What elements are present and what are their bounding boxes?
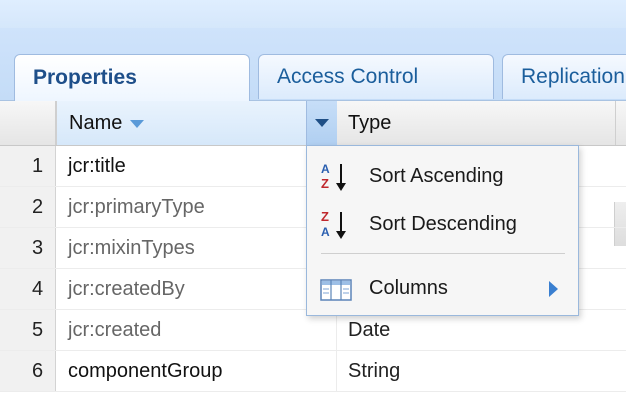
svg-text:Z: Z	[321, 176, 329, 191]
row-number: 1	[0, 146, 56, 186]
table-row[interactable]: 5 jcr:created Date	[0, 310, 626, 351]
cell-name[interactable]: jcr:title	[68, 146, 126, 186]
cell-type[interactable]: Date	[348, 310, 390, 350]
app-frame: Properties Access Control Replication Na…	[0, 0, 626, 420]
svg-text:Z: Z	[321, 209, 329, 224]
column-context-menu: A Z Sort Ascending Z A Sort Descending C…	[306, 145, 579, 316]
top-toolbar	[0, 0, 626, 29]
svg-text:A: A	[321, 162, 330, 176]
menu-item-label: Sort Ascending	[369, 164, 504, 187]
tab-label: Access Control	[277, 65, 419, 88]
column-menu-button[interactable]	[306, 101, 337, 145]
cell-name[interactable]: jcr:created	[68, 310, 161, 350]
tab-label: Replication	[521, 65, 625, 88]
column-header-name[interactable]: Name	[56, 101, 336, 145]
rownumber-header	[0, 101, 56, 145]
menu-item-label: Sort Descending	[369, 212, 517, 235]
cell-name[interactable]: componentGroup	[68, 351, 223, 391]
cell-name[interactable]: jcr:createdBy	[68, 269, 185, 309]
tab-label: Properties	[33, 66, 137, 89]
svg-text:A: A	[321, 225, 330, 239]
cell-divider	[336, 351, 337, 391]
row-number: 5	[0, 310, 56, 350]
cell-name[interactable]: jcr:primaryType	[68, 187, 205, 227]
chevron-right-icon	[549, 281, 558, 297]
table-row[interactable]: 6 componentGroup String	[0, 351, 626, 392]
column-header-label: Name	[69, 111, 123, 134]
tab-access-control[interactable]: Access Control	[258, 54, 494, 99]
grid-header: Name Type	[0, 101, 626, 246]
row-number: 3	[0, 228, 56, 268]
tab-replication[interactable]: Replication	[502, 54, 626, 99]
tab-strip: Properties Access Control Replication	[0, 28, 626, 101]
sort-indicator-icon	[130, 120, 145, 128]
menu-item-sort-descending[interactable]: Z A Sort Descending	[307, 202, 578, 246]
chevron-down-icon	[315, 119, 329, 127]
row-number: 4	[0, 269, 56, 309]
menu-separator	[321, 253, 565, 254]
menu-item-columns[interactable]: Columns	[307, 266, 578, 310]
tab-properties[interactable]: Properties	[14, 54, 250, 101]
row-number: 2	[0, 187, 56, 227]
columns-icon	[319, 272, 353, 306]
column-header-type[interactable]: Type	[336, 101, 616, 145]
row-number: 6	[0, 351, 56, 391]
sort-descending-icon: Z A	[319, 208, 353, 242]
cell-name[interactable]: jcr:mixinTypes	[68, 228, 195, 268]
menu-item-sort-ascending[interactable]: A Z Sort Ascending	[307, 154, 578, 198]
cell-type[interactable]: String	[348, 351, 400, 391]
menu-item-label: Columns	[369, 276, 448, 299]
cell-divider	[336, 310, 337, 350]
column-header-label: Type	[348, 111, 392, 134]
sort-ascending-icon: A Z	[319, 160, 353, 194]
